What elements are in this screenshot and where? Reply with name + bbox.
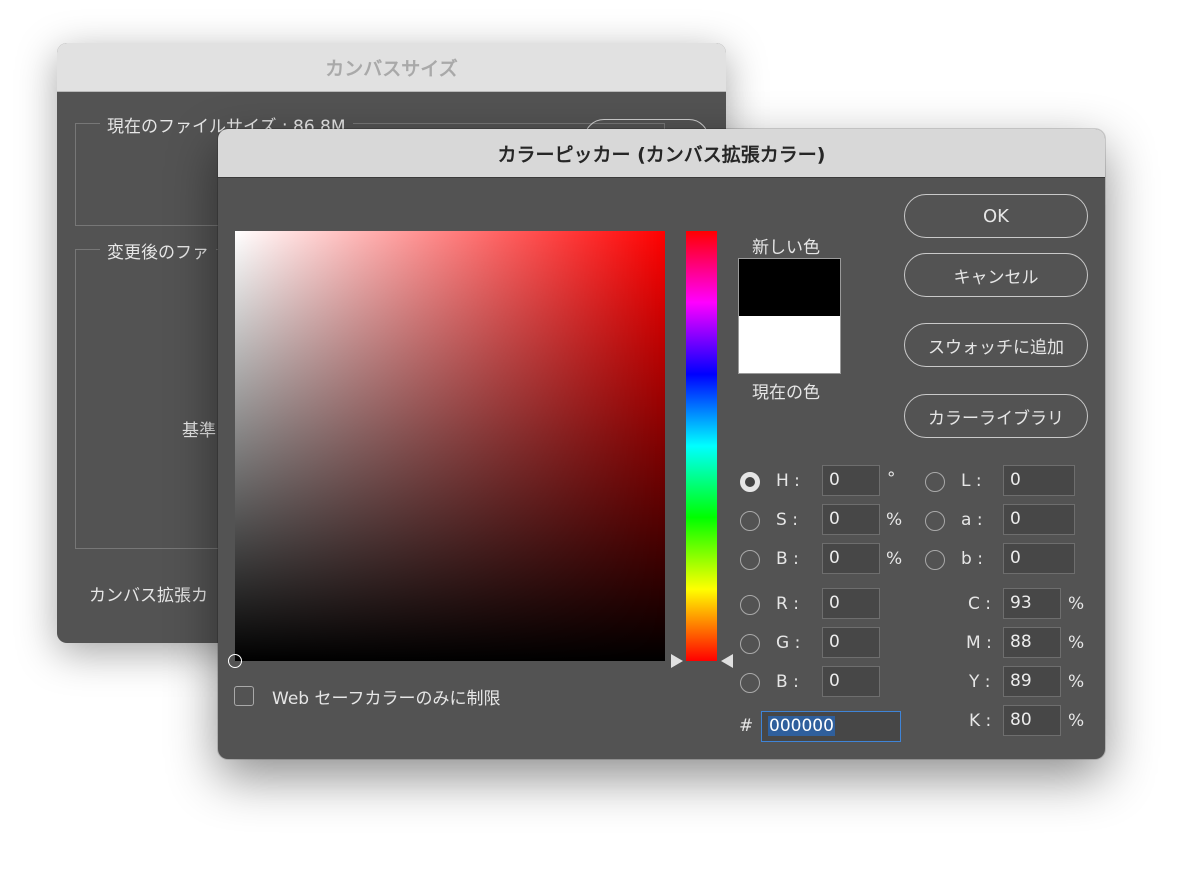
brightness-unit: % xyxy=(886,549,903,569)
new-color-swatch xyxy=(739,259,840,316)
hex-label: # xyxy=(739,716,754,736)
blue-radio[interactable] xyxy=(740,673,760,693)
color-swatch-preview xyxy=(738,258,841,374)
lab-a-label: a : xyxy=(961,510,983,530)
lab-l-label: L : xyxy=(961,471,982,491)
cyan-input[interactable]: 93 xyxy=(1003,588,1061,619)
canvas-size-titlebar[interactable]: カンバスサイズ xyxy=(57,43,726,92)
yellow-input[interactable]: 89 xyxy=(1003,666,1061,697)
green-input[interactable]: 0 xyxy=(822,627,880,658)
color-field-cursor[interactable] xyxy=(228,654,242,668)
magenta-label: M : xyxy=(966,633,992,653)
anchor-label: 基準 xyxy=(182,421,216,441)
add-to-swatches-button[interactable]: スウォッチに追加 xyxy=(904,323,1088,367)
hex-input[interactable]: 000000 xyxy=(761,711,901,742)
ok-button[interactable]: OK xyxy=(904,194,1088,238)
yellow-unit: % xyxy=(1068,672,1085,692)
color-picker-titlebar[interactable]: カラーピッカー (カンバス拡張カラー) xyxy=(218,129,1105,178)
magenta-input[interactable]: 88 xyxy=(1003,627,1061,658)
color-picker-dialog: カラーピッカー (カンバス拡張カラー) 新しい色 現在の色 OK キャンセル ス… xyxy=(218,129,1105,759)
current-color-swatch[interactable] xyxy=(739,316,840,373)
brightness-label: B : xyxy=(776,549,799,569)
lab-a-radio[interactable] xyxy=(925,511,945,531)
hue-slider-right-arrow-icon[interactable] xyxy=(721,654,733,668)
lab-l-radio[interactable] xyxy=(925,472,945,492)
red-radio[interactable] xyxy=(740,595,760,615)
black-label: K : xyxy=(969,711,992,731)
black-unit: % xyxy=(1068,711,1085,731)
green-radio[interactable] xyxy=(740,634,760,654)
color-field[interactable] xyxy=(228,231,665,668)
cyan-unit: % xyxy=(1068,594,1085,614)
red-label: R : xyxy=(776,594,799,614)
saturation-unit: % xyxy=(886,510,903,530)
lab-b-label: b : xyxy=(961,549,983,569)
hue-radio[interactable] xyxy=(740,472,760,492)
hue-unit: ° xyxy=(887,469,896,489)
lab-a-input[interactable]: 0 xyxy=(1003,504,1075,535)
hue-label: H : xyxy=(776,471,800,491)
canvas-size-title: カンバスサイズ xyxy=(325,57,458,80)
black-input[interactable]: 80 xyxy=(1003,705,1061,736)
extension-color-label: カンバス拡張カ xyxy=(89,586,208,606)
web-safe-checkbox[interactable] xyxy=(234,686,254,706)
green-label: G : xyxy=(776,633,801,653)
new-size-label: 変更後のファ xyxy=(100,238,216,263)
yellow-label: Y : xyxy=(969,672,991,692)
saturation-radio[interactable] xyxy=(740,511,760,531)
lab-l-input[interactable]: 0 xyxy=(1003,465,1075,496)
brightness-radio[interactable] xyxy=(740,550,760,570)
blue-input[interactable]: 0 xyxy=(822,666,880,697)
magenta-unit: % xyxy=(1068,633,1085,653)
cyan-label: C : xyxy=(968,594,992,614)
current-color-label: 現在の色 xyxy=(752,383,820,403)
hue-slider-left-arrow-icon[interactable] xyxy=(671,654,683,668)
saturation-label: S : xyxy=(776,510,798,530)
saturation-input[interactable]: 0 xyxy=(822,504,880,535)
lab-b-input[interactable]: 0 xyxy=(1003,543,1075,574)
cancel-button[interactable]: キャンセル xyxy=(904,253,1088,297)
blue-label: B : xyxy=(776,672,799,692)
color-libraries-button[interactable]: カラーライブラリ xyxy=(904,394,1088,438)
brightness-input[interactable]: 0 xyxy=(822,543,880,574)
new-color-label: 新しい色 xyxy=(752,238,820,258)
hue-input[interactable]: 0 xyxy=(822,465,880,496)
red-input[interactable]: 0 xyxy=(822,588,880,619)
hue-slider[interactable] xyxy=(686,231,717,661)
color-picker-title: カラーピッカー (カンバス拡張カラー) xyxy=(497,143,826,166)
hex-value: 000000 xyxy=(768,716,835,736)
web-safe-label: Web セーフカラーのみに制限 xyxy=(272,689,501,709)
lab-b-radio[interactable] xyxy=(925,550,945,570)
